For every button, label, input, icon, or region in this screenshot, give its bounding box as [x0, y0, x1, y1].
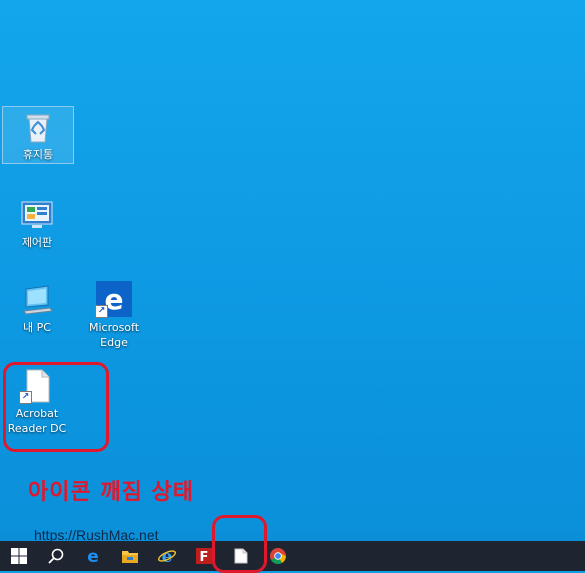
- desktop-icon-recycle-bin[interactable]: 휴지통: [2, 106, 74, 164]
- taskbar: e e F: [0, 541, 585, 571]
- desktop-icon-label: 휴지통: [22, 148, 54, 161]
- internet-explorer-icon: e: [157, 547, 176, 565]
- desktop-icon-label: Microsoft Edge: [88, 321, 140, 349]
- svg-text:e: e: [87, 547, 99, 565]
- recycle-bin-icon: [21, 110, 55, 144]
- search-button[interactable]: [37, 541, 74, 571]
- desktop-icon-control-panel[interactable]: 제어판: [2, 198, 72, 250]
- filezilla-icon: F: [195, 548, 212, 564]
- edge-icon: e: [87, 547, 99, 565]
- svg-text:e: e: [161, 547, 172, 565]
- annotation-caption: 아이콘 깨짐 상태: [28, 480, 194, 505]
- taskbar-edge-button[interactable]: e: [74, 541, 111, 571]
- start-icon: [10, 548, 27, 564]
- start-button[interactable]: [0, 541, 37, 571]
- desktop-icon-my-pc[interactable]: 내 PC: [2, 283, 72, 335]
- desktop: 휴지통 제어판 내 PC e ↗ Microsoft Edge ↗ Acroba…: [0, 0, 585, 543]
- shortcut-arrow-icon: ↗: [95, 305, 108, 318]
- taskbar-internet-explorer-button[interactable]: e: [148, 541, 185, 571]
- desktop-icon-label: 내 PC: [23, 321, 51, 334]
- control-panel-icon: [20, 198, 54, 232]
- highlight-ring-taskbar-icon: [212, 515, 267, 573]
- chrome-icon: [269, 548, 286, 564]
- computer-icon: [20, 283, 54, 317]
- desktop-icon-label: 제어판: [21, 236, 53, 249]
- desktop-icon-microsoft-edge[interactable]: e ↗ Microsoft Edge: [79, 281, 149, 350]
- edge-icon: e ↗: [95, 281, 132, 318]
- search-icon: [47, 548, 63, 564]
- svg-text:F: F: [199, 550, 208, 564]
- taskbar-file-explorer-button[interactable]: [111, 541, 148, 571]
- highlight-ring-desktop-icon: [3, 362, 109, 452]
- file-explorer-icon: [121, 551, 138, 563]
